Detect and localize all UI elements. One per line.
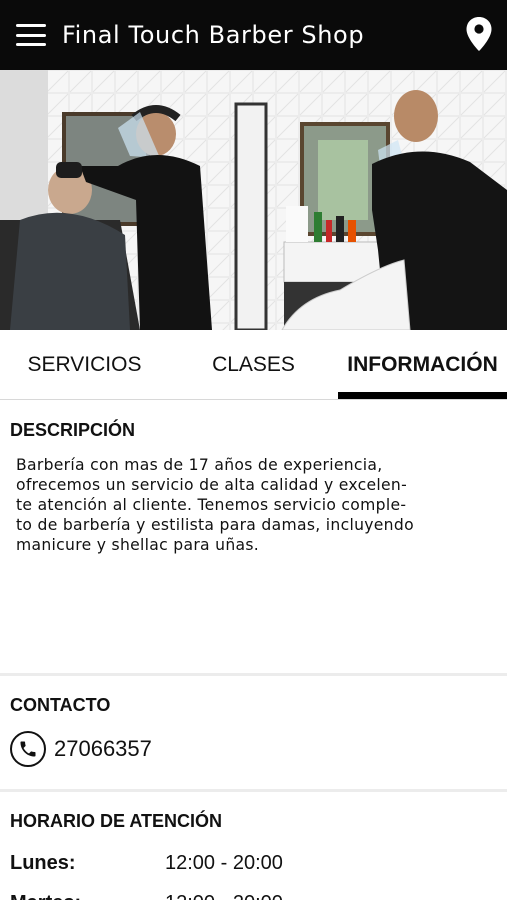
hamburger-menu-icon[interactable] (16, 24, 46, 46)
hours-time: 12:00 - 20:00 (165, 892, 283, 900)
hours-row: Lunes: 12:00 - 20:00 (10, 852, 490, 875)
hours-day: Lunes: (10, 852, 76, 874)
section-divider (0, 789, 507, 792)
tab-servicios[interactable]: SERVICIOS (0, 330, 169, 399)
location-pin-icon[interactable] (465, 16, 493, 52)
hero-photo (0, 70, 507, 330)
descripcion-line: te atención al cliente. Tenemos servicio… (16, 496, 407, 514)
descripcion-text: Barbería con mas de 17 años de experienc… (16, 455, 496, 555)
descripcion-line: Barbería con mas de 17 años de experienc… (16, 456, 383, 474)
tab-clases[interactable]: CLASES (169, 330, 338, 399)
app-title: Final Touch Barber Shop (62, 21, 365, 49)
descripcion-line: manicure y shellac para uñas. (16, 536, 260, 554)
tab-informacion[interactable]: INFORMACIÓN (338, 330, 507, 399)
phone-icon[interactable] (10, 731, 46, 767)
phone-number[interactable]: 27066357 (54, 736, 152, 762)
hours-time: 12:00 - 20:00 (165, 852, 283, 874)
descripcion-line: to de barbería y estilista para damas, i… (16, 516, 414, 534)
phone-contact[interactable]: 27066357 (10, 731, 152, 767)
contacto-title: CONTACTO (10, 695, 111, 715)
descripcion-title: DESCRIPCIÓN (10, 420, 136, 440)
hours-day: Martes: (10, 892, 165, 900)
hours-row: Martes: 12:00 - 20:00 (10, 892, 490, 900)
horario-title: HORARIO DE ATENCIÓN (10, 811, 223, 831)
tab-bar: SERVICIOS CLASES INFORMACIÓN (0, 330, 507, 400)
app-bar: Final Touch Barber Shop (0, 0, 507, 70)
section-divider (0, 673, 507, 676)
descripcion-line: ofrecemos un servicio de alta calidad y … (16, 476, 408, 494)
